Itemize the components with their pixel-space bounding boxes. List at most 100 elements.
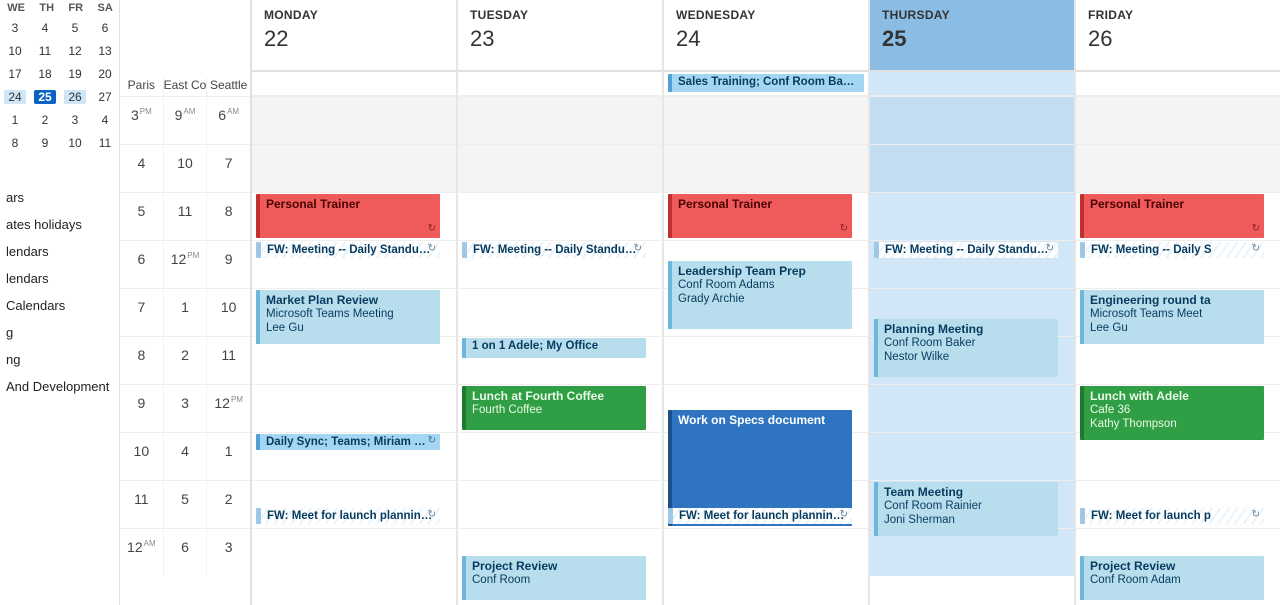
calendar-event[interactable]: Lunch with AdeleCafe 36Kathy Thompson xyxy=(1080,386,1264,440)
mini-calendar[interactable]: WETHFRSA 3456101112131718192024252627123… xyxy=(0,0,120,154)
mini-cal-date-cell[interactable]: 3 xyxy=(4,21,26,35)
mini-cal-date-cell[interactable]: 6 xyxy=(94,21,116,35)
day-header[interactable]: WEDNESDAY24 xyxy=(664,0,868,72)
time-slot[interactable] xyxy=(458,480,662,528)
event-subtext: Lee Gu xyxy=(266,321,434,335)
calendar-event[interactable]: Project ReviewConf Room xyxy=(462,556,646,600)
time-slot[interactable] xyxy=(252,96,456,144)
time-slot[interactable] xyxy=(458,192,662,240)
time-slot[interactable] xyxy=(870,144,1074,192)
time-grid[interactable]: FW: Meeting -- Daily Standup; Co↻ Plannin… xyxy=(870,96,1074,576)
mini-cal-date-cell[interactable]: 18 xyxy=(34,67,56,81)
calendar-event[interactable]: FW: Meet for launch planning ; M↻ xyxy=(668,508,852,524)
time-grid[interactable]: Personal Trainer↻ FW: Meeting -- Daily S↻… xyxy=(1076,96,1280,576)
calendar-list-item[interactable]: lendars xyxy=(2,265,119,292)
calendar-event[interactable]: Daily Sync; Teams; Miriam Graham↻ xyxy=(256,434,440,450)
calendar-event[interactable]: FW: Meeting -- Daily Standup; Co↻ xyxy=(874,242,1058,258)
timezone-hour-cell: 6 xyxy=(163,529,207,576)
time-slot[interactable] xyxy=(252,528,456,576)
time-slot[interactable] xyxy=(458,432,662,480)
calendar-event[interactable]: Engineering round taMicrosoft Teams Meet… xyxy=(1080,290,1264,344)
day-header[interactable]: MONDAY22 xyxy=(252,0,456,72)
day-header[interactable]: TUESDAY23 xyxy=(458,0,662,72)
calendar-list-item[interactable]: lendars xyxy=(2,238,119,265)
time-grid[interactable]: Personal Trainer↻ Leadership Team PrepCon… xyxy=(664,96,868,576)
calendar-event[interactable]: Lunch at Fourth CoffeeFourth Coffee xyxy=(462,386,646,430)
timezone-hour-cell: 5 xyxy=(163,481,207,528)
time-slot[interactable] xyxy=(870,96,1074,144)
mini-cal-date-cell[interactable]: 12 xyxy=(64,44,86,58)
calendar-event[interactable]: FW: Meeting -- Daily Standup; Co↻ xyxy=(256,242,440,258)
mini-cal-date-cell[interactable]: 1 xyxy=(4,113,26,127)
mini-cal-date-cell[interactable]: 17 xyxy=(4,67,26,81)
calendar-list-item[interactable]: ars xyxy=(2,184,119,211)
time-slot[interactable] xyxy=(870,432,1074,480)
mini-cal-date-cell[interactable]: 5 xyxy=(64,21,86,35)
time-slot[interactable] xyxy=(458,288,662,336)
calendar-list-item[interactable]: ng xyxy=(2,346,119,373)
calendar-list-item[interactable]: And Development xyxy=(2,373,119,400)
calendar-event[interactable]: 1 on 1 Adele; My Office xyxy=(462,338,646,358)
time-slot[interactable] xyxy=(664,96,868,144)
time-slot[interactable] xyxy=(870,384,1074,432)
event-title: Project Review xyxy=(472,559,640,573)
calendar-event[interactable]: Personal Trainer↻ xyxy=(668,194,852,238)
day-header[interactable]: FRIDAY26 xyxy=(1076,0,1280,72)
calendar-event[interactable]: Team MeetingConf Room RainierJoni Sherma… xyxy=(874,482,1058,536)
calendar-event[interactable]: Planning MeetingConf Room BakerNestor Wi… xyxy=(874,319,1058,377)
mini-cal-date-cell[interactable]: 20 xyxy=(94,67,116,81)
mini-cal-date-cell[interactable]: 24 xyxy=(4,90,26,104)
time-slot[interactable] xyxy=(458,96,662,144)
calendar-event[interactable]: Market Plan ReviewMicrosoft Teams Meetin… xyxy=(256,290,440,344)
mini-cal-date-cell[interactable]: 9 xyxy=(34,136,56,150)
time-slot[interactable] xyxy=(1076,144,1280,192)
allday-row[interactable] xyxy=(458,72,662,96)
mini-cal-date-cell[interactable]: 8 xyxy=(4,136,26,150)
time-slot[interactable] xyxy=(664,144,868,192)
calendar-list-item[interactable]: ates holidays xyxy=(2,211,119,238)
calendar-event[interactable]: FW: Meet for launch planning ; M↻ xyxy=(256,508,440,524)
mini-calendar-grid[interactable]: 34561011121317181920242526271234891011 xyxy=(0,16,120,154)
calendar-event[interactable]: FW: Meeting -- Daily Standup; Co↻ xyxy=(462,242,646,258)
calendar-event[interactable]: Project ReviewConf Room Adam xyxy=(1080,556,1264,600)
mini-cal-date-cell[interactable]: 11 xyxy=(34,44,56,58)
time-slot[interactable] xyxy=(870,192,1074,240)
time-slot[interactable] xyxy=(458,144,662,192)
day-number-label: 26 xyxy=(1088,26,1272,52)
time-slot[interactable] xyxy=(252,384,456,432)
time-grid[interactable]: Personal Trainer↻ FW: Meeting -- Daily St… xyxy=(252,96,456,576)
mini-cal-date-cell[interactable]: 10 xyxy=(4,44,26,58)
mini-cal-date-cell[interactable]: 10 xyxy=(64,136,86,150)
calendar-event[interactable]: Personal Trainer↻ xyxy=(256,194,440,238)
mini-cal-date-cell[interactable]: 27 xyxy=(94,90,116,104)
allday-row[interactable] xyxy=(252,72,456,96)
mini-cal-date-cell[interactable]: 25 xyxy=(34,90,56,104)
calendar-event[interactable]: Personal Trainer↻ xyxy=(1080,194,1264,238)
mini-cal-date-cell[interactable]: 11 xyxy=(94,136,116,150)
event-subtext: Joni Sherman xyxy=(884,513,1052,527)
mini-cal-date-cell[interactable]: 13 xyxy=(94,44,116,58)
calendar-list-item[interactable]: Calendars xyxy=(2,292,119,319)
calendar-event[interactable]: FW: Meeting -- Daily S↻ xyxy=(1080,242,1264,258)
timezone-gutter: ParisEast CoSeattle 3PM9AM6AM41075118612… xyxy=(120,0,252,605)
mini-cal-date-cell[interactable]: 19 xyxy=(64,67,86,81)
time-slot[interactable] xyxy=(252,144,456,192)
calendar-event[interactable]: Leadership Team PrepConf Room AdamsGrady… xyxy=(668,261,852,329)
time-slot[interactable] xyxy=(664,528,868,576)
mini-cal-date-cell[interactable]: 3 xyxy=(64,113,86,127)
mini-cal-date-cell[interactable]: 26 xyxy=(64,90,86,104)
mini-cal-date-cell[interactable]: 4 xyxy=(94,113,116,127)
mini-cal-date-cell[interactable]: 2 xyxy=(34,113,56,127)
allday-row[interactable] xyxy=(1076,72,1280,96)
calendar-event[interactable]: FW: Meet for launch p↻ xyxy=(1080,508,1264,524)
time-slot[interactable] xyxy=(664,336,868,384)
allday-row[interactable] xyxy=(870,72,1074,96)
allday-row[interactable]: Sales Training; Conf Room Baker; K... xyxy=(664,72,868,96)
mini-cal-date-cell[interactable]: 4 xyxy=(34,21,56,35)
allday-event[interactable]: Sales Training; Conf Room Baker; K... xyxy=(668,74,864,92)
day-header[interactable]: THURSDAY25 xyxy=(870,0,1074,72)
calendar-list-item[interactable]: g xyxy=(2,319,119,346)
timezone-label: Seattle xyxy=(206,78,250,96)
time-grid[interactable]: FW: Meeting -- Daily Standup; Co↻ 1 on 1 … xyxy=(458,96,662,576)
time-slot[interactable] xyxy=(1076,96,1280,144)
